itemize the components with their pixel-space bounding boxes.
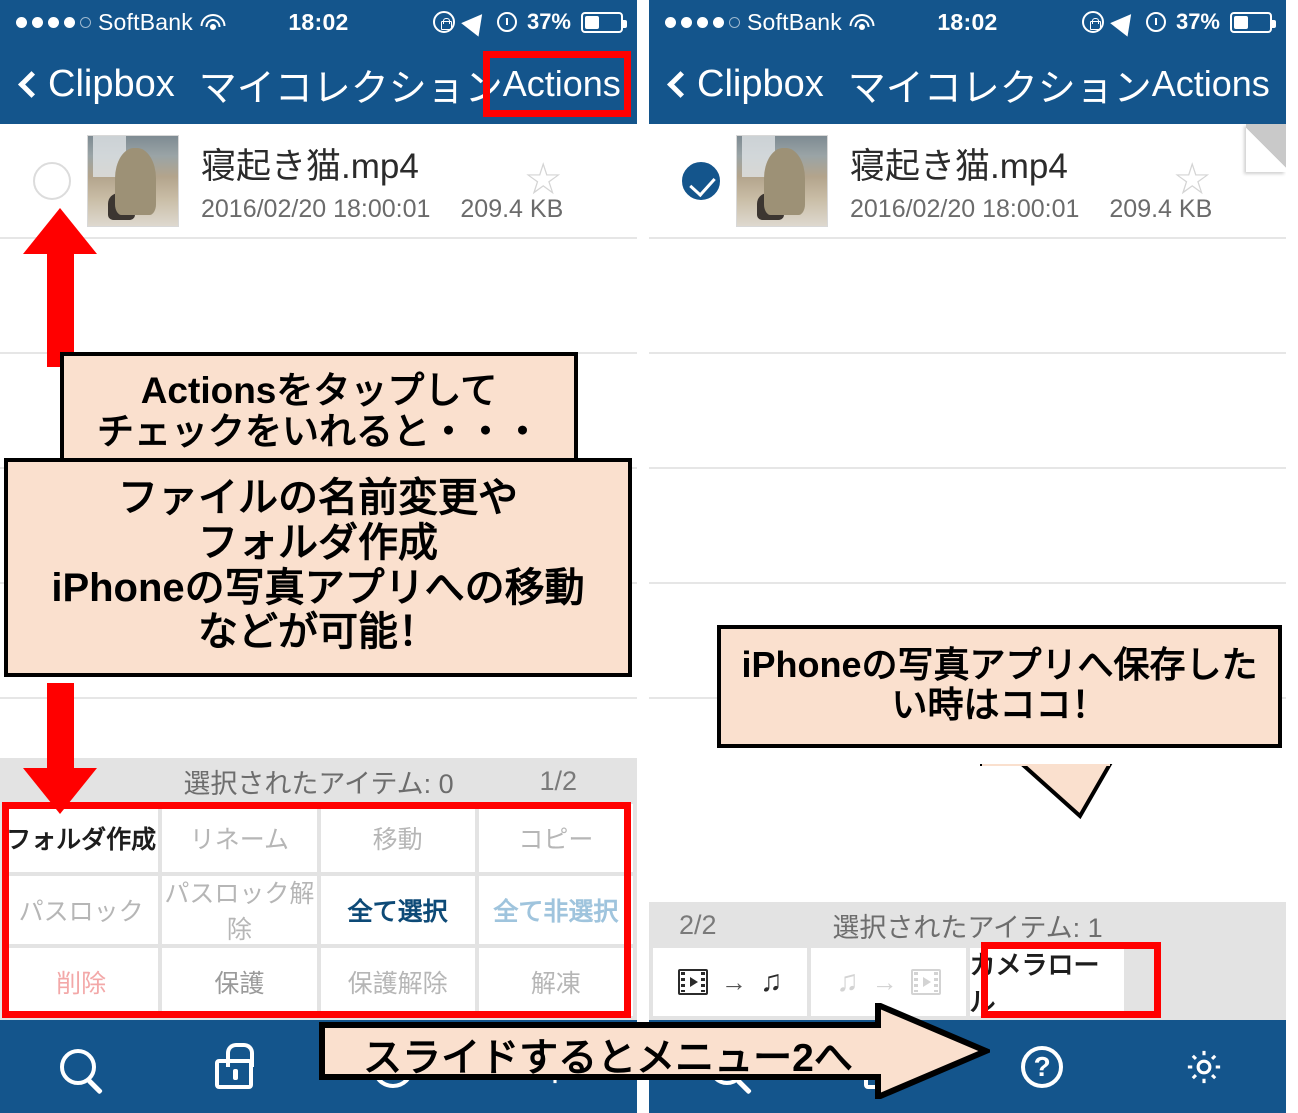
nav-bar-right: Clipbox マイコレクション Actions xyxy=(649,44,1286,124)
lock-icon[interactable] xyxy=(214,1042,254,1089)
callout-line: などが可能！ xyxy=(198,610,438,655)
file-subinfo: 2016/02/20 18:00:01 209.4 KB xyxy=(850,195,1212,224)
search-icon[interactable] xyxy=(59,1048,96,1085)
action-deselect-all[interactable]: 全て非選択 xyxy=(478,876,633,944)
alarm-clock-icon xyxy=(1145,12,1166,32)
page-curl-icon xyxy=(1246,124,1286,172)
callout-camera-roll-tail xyxy=(980,764,1113,820)
list-item xyxy=(649,469,1286,584)
action-create-folder[interactable]: フォルダ作成 xyxy=(4,804,159,872)
actions-button[interactable]: Actions xyxy=(1152,63,1286,105)
status-bar-clock: 18:02 xyxy=(937,8,998,35)
callout-line: い時はココ！ xyxy=(891,684,1108,726)
file-meta: 寝起き猫.mp4 2016/02/20 18:00:01 209.4 KB xyxy=(850,138,1212,224)
file-name: 寝起き猫.mp4 xyxy=(850,146,1068,186)
file-thumbnail xyxy=(87,134,179,227)
battery-icon xyxy=(1230,11,1276,33)
video-to-audio-icon: → ♫ xyxy=(677,967,782,998)
action-copy[interactable]: コピー xyxy=(478,804,633,872)
file-subinfo: 2016/02/20 18:00:01 209.4 KB xyxy=(201,195,563,224)
battery-icon xyxy=(581,11,627,33)
file-list-right: 寝起き猫.mp4 2016/02/20 18:00:01 209.4 KB ☆ xyxy=(649,124,1286,699)
row-select-circle[interactable] xyxy=(682,161,720,200)
callout-capabilities: ファイルの名前変更や フォルダ作成 iPhoneの写真アプリへの移動 などが可能… xyxy=(4,458,632,678)
callout-line: iPhoneの写真アプリへの移動 xyxy=(51,565,585,610)
page-title: マイコレクション xyxy=(847,67,1152,110)
back-button[interactable]: Clipbox xyxy=(0,63,175,106)
selected-count-label: 選択されたアイテム: 1 xyxy=(832,912,1103,943)
action-rename[interactable]: リネーム xyxy=(162,804,317,872)
file-name: 寝起き猫.mp4 xyxy=(201,146,419,186)
callout-line: Actionsをタップして xyxy=(140,370,498,411)
status-bar-left: SoftBank 18:02 37% xyxy=(0,0,637,44)
status-bar-clock: 18:02 xyxy=(288,8,349,35)
action-pass-lock[interactable]: パスロック xyxy=(4,876,159,944)
callout-line: チェックをいれると・・・ xyxy=(97,411,541,453)
callout-line: フォルダ作成 xyxy=(198,520,438,565)
back-button[interactable]: Clipbox xyxy=(649,63,824,106)
gear-icon[interactable] xyxy=(1182,1045,1226,1089)
camera-roll-highlight xyxy=(981,942,1161,1018)
action-move[interactable]: 移動 xyxy=(320,804,475,872)
right-phone-screen: SoftBank 18:02 37% Clipbox マイコレクション Acti… xyxy=(649,0,1286,1113)
back-button-label: Clipbox xyxy=(697,62,824,105)
table-row[interactable]: 寝起き猫.mp4 2016/02/20 18:00:01 209.4 KB ☆ xyxy=(649,124,1286,239)
chevron-left-icon xyxy=(667,70,694,98)
red-arrow-up xyxy=(23,208,97,367)
red-arrow-down xyxy=(23,683,97,814)
rotation-lock-icon xyxy=(1081,11,1104,33)
list-item xyxy=(649,354,1286,469)
actions-button-highlight xyxy=(483,51,631,117)
favorite-star-icon[interactable]: ☆ xyxy=(1173,158,1212,202)
screenshot-root: SoftBank 18:02 37% Clipbox マイコレクション Acti… xyxy=(0,0,1298,1113)
back-button-label: Clipbox xyxy=(48,62,175,105)
list-item xyxy=(649,239,1286,354)
banner-label: スライドするとメニュー2へ xyxy=(363,1037,853,1080)
favorite-star-icon[interactable]: ☆ xyxy=(524,158,563,202)
callout-actions-tap: Actionsをタップして チェックをいれると・・・ xyxy=(60,352,578,473)
action-delete[interactable]: 削除 xyxy=(4,948,159,1016)
audio-to-video-icon: ♫ → xyxy=(836,967,941,998)
callout-line: iPhoneの写真アプリへ保存した xyxy=(741,644,1258,685)
file-meta: 寝起き猫.mp4 2016/02/20 18:00:01 209.4 KB xyxy=(201,138,563,224)
page-indicator: 1/2 xyxy=(539,765,577,796)
help-icon[interactable]: ? xyxy=(1021,1045,1064,1088)
action-select-all[interactable]: 全て選択 xyxy=(320,876,475,944)
action-sheet-header: 2/2 選択されたアイテム: 1 xyxy=(649,902,1286,948)
action-pass-unlock[interactable]: パスロック解除 xyxy=(162,876,317,944)
chevron-left-icon xyxy=(18,70,45,98)
callout-slide-banner: スライドするとメニュー2へ xyxy=(318,1003,990,1099)
rotation-lock-icon xyxy=(432,11,455,33)
file-thumbnail xyxy=(736,134,828,227)
page-title: マイコレクション xyxy=(198,67,503,110)
row-select-circle[interactable] xyxy=(33,161,71,200)
nav-bar-left: Clipbox マイコレクション Actions xyxy=(0,44,637,124)
action-grid: フォルダ作成 リネーム 移動 コピー パスロック パスロック解除 全て選択 全て… xyxy=(0,804,637,1020)
file-date: 2016/02/20 18:00:01 xyxy=(850,194,1080,223)
callout-line: ファイルの名前変更や xyxy=(118,476,518,520)
alarm-clock-icon xyxy=(496,12,517,32)
callout-camera-roll: iPhoneの写真アプリへ保存した い時はココ！ xyxy=(717,625,1282,748)
action-protect[interactable]: 保護 xyxy=(162,948,317,1016)
file-date: 2016/02/20 18:00:01 xyxy=(201,194,431,223)
list-item xyxy=(0,239,637,354)
status-bar-right: SoftBank 18:02 37% xyxy=(649,0,1286,44)
